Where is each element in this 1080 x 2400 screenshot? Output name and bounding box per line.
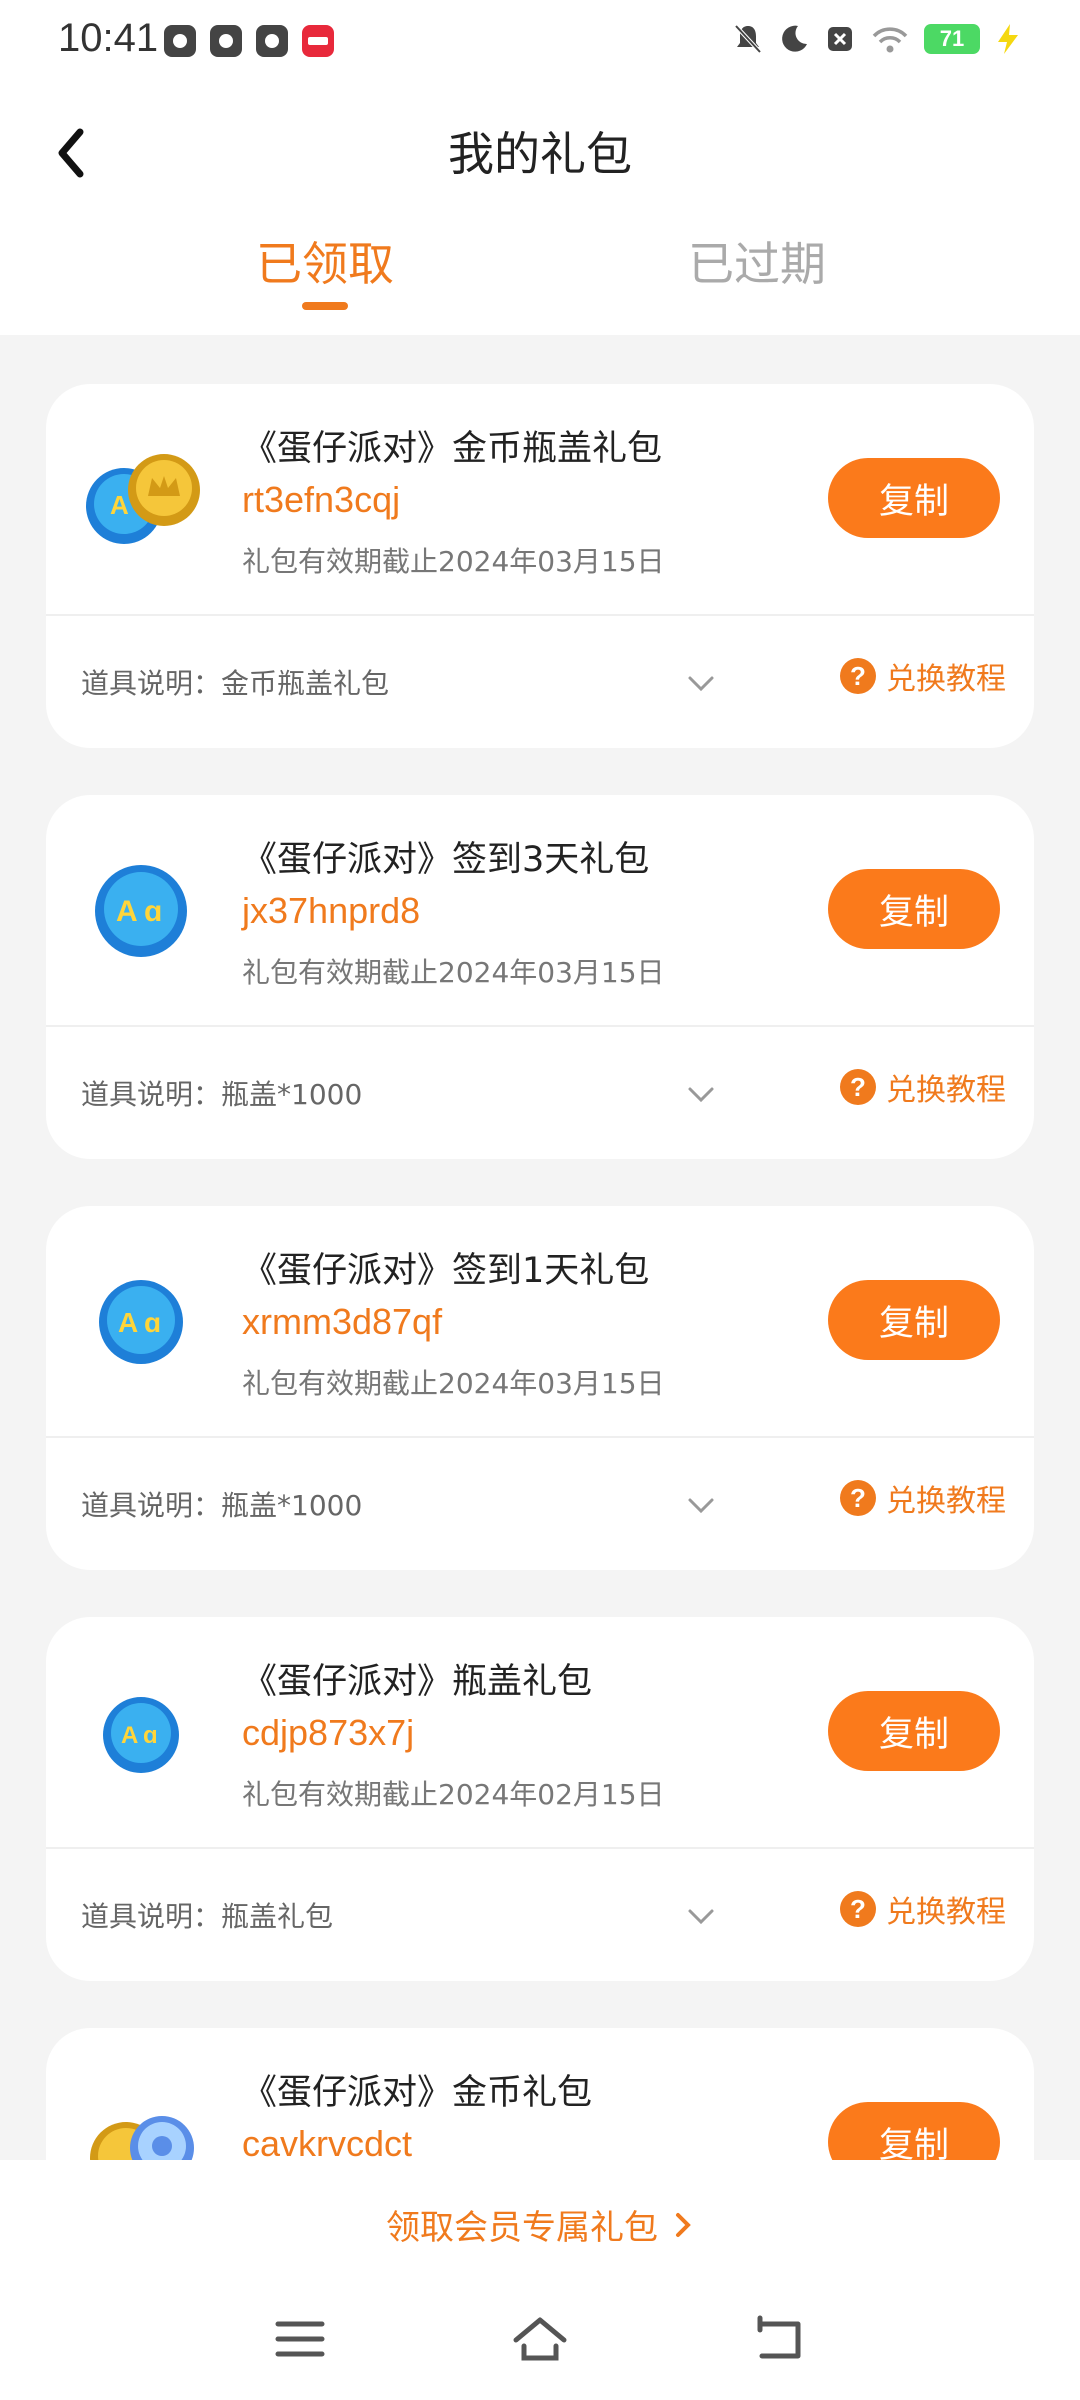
question-icon: ?: [840, 1480, 876, 1516]
status-bar: 10:41 71: [0, 0, 1080, 80]
item-description: 道具说明：瓶盖*1000: [81, 1078, 363, 1111]
menu-icon[interactable]: [270, 2312, 330, 2366]
chevron-down-icon[interactable]: [684, 1490, 718, 1520]
leaf-icon: [256, 25, 288, 57]
gift-code: jx37hnprd8: [242, 890, 421, 931]
member-gift-label: 领取会员专属礼包: [386, 2208, 658, 2248]
redeem-tutorial-link[interactable]: ? 兑换教程: [840, 1065, 1006, 1109]
svg-text:A: A: [118, 1307, 138, 1338]
item-description: 道具说明：金币瓶盖礼包: [81, 667, 390, 700]
tiktok-icon: [164, 25, 196, 57]
gift-code: rt3efn3cqj: [242, 479, 401, 520]
gift-code: cdjp873x7j: [242, 1712, 415, 1753]
tab-claimed[interactable]: 已领取: [215, 228, 435, 294]
tab-expired[interactable]: 已过期: [647, 228, 867, 294]
gift-card-footer: 道具说明：金币瓶盖礼包 ? 兑换教程: [46, 616, 1034, 748]
svg-text:ɑ: ɑ: [144, 1307, 161, 1338]
moon-icon: [782, 25, 807, 52]
svg-text:A: A: [116, 895, 138, 928]
bottlecap-icon: A ɑ: [103, 1697, 179, 1773]
charging-icon: [998, 24, 1018, 54]
gift-name: 《蛋仔派对》签到3天礼包: [242, 840, 650, 880]
back-nav-icon[interactable]: [750, 2312, 810, 2366]
chevron-down-icon[interactable]: [684, 668, 718, 698]
chevron-right-icon: [676, 2212, 691, 2237]
gift-name: 《蛋仔派对》金币瓶盖礼包: [242, 429, 663, 469]
gift-name: 《蛋仔派对》金币礼包: [242, 2073, 593, 2113]
chevron-down-icon[interactable]: [684, 1079, 718, 1109]
active-tab-indicator: [302, 302, 348, 310]
svg-text:ɑ: ɑ: [143, 1722, 158, 1749]
gift-expiry: 礼包有效期截止2024年03月15日: [242, 1367, 665, 1400]
video-icon: [210, 25, 242, 57]
svg-text:ɑ: ɑ: [144, 895, 162, 928]
gift-name: 《蛋仔派对》瓶盖礼包: [242, 1662, 593, 1702]
page-title: 我的礼包: [448, 127, 632, 181]
gift-card: A ɑ 《蛋仔派对》签到1天礼包 xrmm3d87qf 礼包有效期截止2024年…: [46, 1206, 1034, 1570]
gift-card-header: A ɑ 《蛋仔派对》签到3天礼包 jx37hnprd8 礼包有效期截止2024年…: [46, 795, 1034, 1025]
question-icon: ?: [840, 1069, 876, 1105]
redeem-tutorial-link[interactable]: ? 兑换教程: [840, 1887, 1006, 1931]
svg-text:A: A: [121, 1722, 138, 1749]
copy-button[interactable]: 复制: [828, 458, 1000, 538]
tutorial-label: 兑换教程: [886, 1895, 1006, 1930]
copy-button[interactable]: 复制: [828, 1691, 1000, 1771]
close-box-icon: [828, 27, 852, 51]
tutorial-label: 兑换教程: [886, 1484, 1006, 1519]
gift-card-header: A ɑ 《蛋仔派对》瓶盖礼包 cdjp873x7j 礼包有效期截止2024年02…: [46, 1617, 1034, 1847]
gift-card-header: A 《蛋仔派对》金币瓶盖礼包 rt3efn3cqj 礼包有效期截止2024年03…: [46, 384, 1034, 614]
member-gift-link[interactable]: 领取会员专属礼包: [0, 2200, 1080, 2249]
wifi-icon: [872, 27, 908, 53]
bottlecap-icon: A ɑ: [95, 865, 187, 957]
gift-expiry: 礼包有效期截止2024年03月15日: [242, 956, 665, 989]
gift-card-footer: 道具说明：瓶盖礼包 ? 兑换教程: [46, 1849, 1034, 1981]
question-icon: ?: [840, 658, 876, 694]
battery-icon: 71: [924, 24, 980, 54]
gift-name: 《蛋仔派对》签到1天礼包: [242, 1251, 650, 1291]
gift-expiry: 礼包有效期截止2024年02月15日: [242, 1778, 665, 1811]
status-time: 10:41: [58, 16, 159, 60]
gift-card-footer: 道具说明：瓶盖*1000 ? 兑换教程: [46, 1438, 1034, 1570]
gift-card-header: A ɑ 《蛋仔派对》签到1天礼包 xrmm3d87qf 礼包有效期截止2024年…: [46, 1206, 1034, 1436]
bottom-bar: 领取会员专属礼包: [0, 2160, 1080, 2400]
status-system-icons: 71: [732, 22, 1022, 56]
svg-text:A: A: [110, 490, 129, 520]
gift-card-footer: 道具说明：瓶盖*1000 ? 兑换教程: [46, 1027, 1034, 1159]
bottlecap-icon: A ɑ: [99, 1280, 183, 1364]
home-icon[interactable]: [510, 2312, 570, 2366]
gift-card: A 《蛋仔派对》金币瓶盖礼包 rt3efn3cqj 礼包有效期截止2024年03…: [46, 384, 1034, 748]
tutorial-label: 兑换教程: [886, 662, 1006, 697]
chevron-down-icon[interactable]: [684, 1901, 718, 1931]
gift-expiry: 礼包有效期截止2024年03月15日: [242, 545, 665, 578]
item-description: 道具说明：瓶盖礼包: [81, 1900, 334, 1933]
tutorial-label: 兑换教程: [886, 1073, 1006, 1108]
gift-card: A ɑ 《蛋仔派对》签到3天礼包 jx37hnprd8 礼包有效期截止2024年…: [46, 795, 1034, 1159]
coin-bottlecap-icon: A: [86, 454, 200, 544]
status-app-icons: [164, 25, 334, 57]
question-icon: ?: [840, 1891, 876, 1927]
page-header: 我的礼包 已领取 已过期: [0, 80, 1080, 335]
gift-card: A ɑ 《蛋仔派对》瓶盖礼包 cdjp873x7j 礼包有效期截止2024年02…: [46, 1617, 1034, 1981]
gift-code: cavkrvcdct: [242, 2123, 413, 2164]
system-nav-bar: [0, 2300, 1080, 2400]
xiaohongshu-icon: [302, 25, 334, 57]
mute-icon: [734, 24, 762, 54]
item-description: 道具说明：瓶盖*1000: [81, 1489, 363, 1522]
gift-code: xrmm3d87qf: [242, 1301, 443, 1342]
copy-button[interactable]: 复制: [828, 1280, 1000, 1360]
redeem-tutorial-link[interactable]: ? 兑换教程: [840, 654, 1006, 698]
redeem-tutorial-link[interactable]: ? 兑换教程: [840, 1476, 1006, 1520]
copy-button[interactable]: 复制: [828, 869, 1000, 949]
